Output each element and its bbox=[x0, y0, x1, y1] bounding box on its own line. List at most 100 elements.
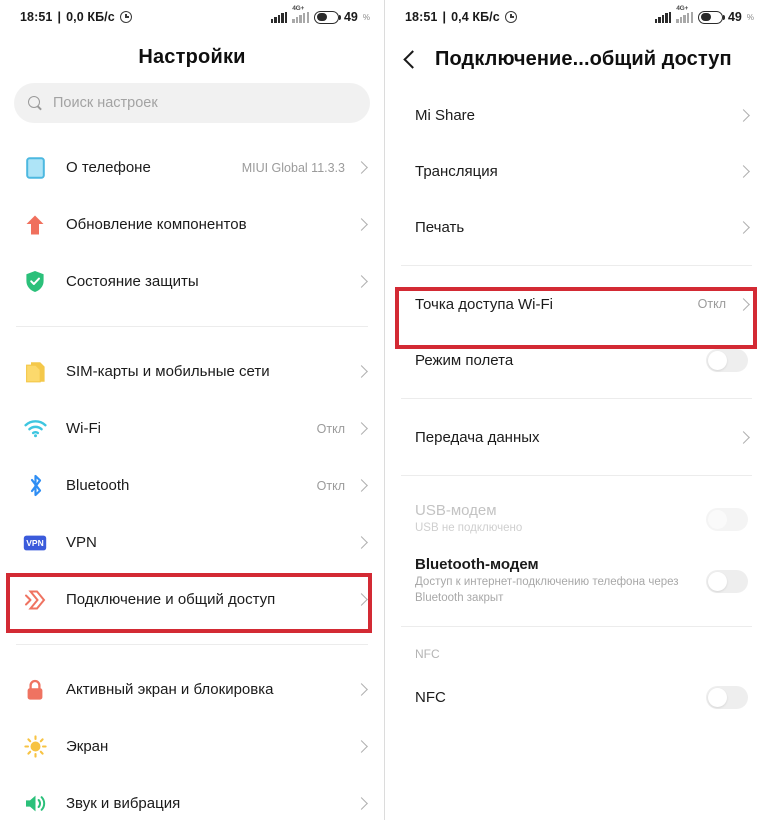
battery-percent: 49 bbox=[343, 10, 358, 24]
page-header: Подключение...общий доступ bbox=[385, 34, 768, 71]
mobile-network-icon: 4G+ bbox=[292, 5, 309, 23]
chevron-right-icon bbox=[355, 422, 368, 435]
sidebar-item-label: VPN bbox=[66, 534, 97, 551]
list-item-text: Bluetooth-модем Доступ к интернет-подклю… bbox=[415, 556, 706, 607]
list-item-label: USB-модем bbox=[415, 501, 497, 519]
status-left-group: 18:51 | 0,0 КБ/с bbox=[20, 10, 132, 24]
chevron-right-icon bbox=[737, 164, 750, 178]
sidebar-item-value: MIUI Global 11.3.3 bbox=[241, 160, 345, 175]
sidebar-item-security-status[interactable]: Состояние защиты bbox=[0, 253, 384, 310]
status-net-speed: 0,4 КБ/с bbox=[451, 10, 500, 24]
signal-strength-icon bbox=[654, 11, 672, 23]
sidebar-item-display[interactable]: Экран bbox=[0, 718, 384, 775]
list-item-label: Передача данных bbox=[415, 428, 540, 446]
sidebar-item-label: О телефоне bbox=[66, 159, 151, 176]
dual-screenshot-container: 18:51 | 0,0 КБ/с 4G+ 49 % Настройки Поис… bbox=[0, 0, 768, 820]
battery-percent-sign: % bbox=[746, 12, 754, 22]
chevron-right-icon bbox=[355, 536, 368, 549]
battery-percent: 49 bbox=[727, 10, 742, 24]
list-item-sublabel: USB не подключено bbox=[415, 521, 523, 534]
chevron-right-icon bbox=[355, 275, 368, 288]
vpn-icon: VPN bbox=[22, 534, 48, 552]
alarm-clock-icon bbox=[119, 11, 132, 23]
list-item-wifi-hotspot[interactable]: Точка доступа Wi-Fi Откл bbox=[385, 276, 768, 332]
brightness-sun-icon bbox=[22, 735, 48, 758]
list-item-print[interactable]: Печать bbox=[385, 199, 768, 255]
list-item-nfc[interactable]: NFC bbox=[385, 669, 768, 725]
list-item-data-transfer[interactable]: Передача данных bbox=[385, 409, 768, 465]
wifi-icon bbox=[22, 419, 48, 438]
search-icon bbox=[28, 96, 42, 110]
sidebar-item-connection-sharing[interactable]: Подключение и общий доступ bbox=[0, 571, 384, 628]
sidebar-item-wifi[interactable]: Wi-Fi Откл bbox=[0, 400, 384, 457]
search-input[interactable]: Поиск настроек bbox=[14, 83, 370, 123]
nfc-toggle[interactable] bbox=[706, 685, 748, 709]
sidebar-item-bluetooth[interactable]: Bluetooth Откл bbox=[0, 457, 384, 514]
battery-icon bbox=[697, 10, 726, 24]
alarm-clock-icon bbox=[504, 11, 517, 23]
sidebar-item-about-phone[interactable]: О телефоне MIUI Global 11.3.3 bbox=[0, 139, 384, 196]
left-phone-screen: 18:51 | 0,0 КБ/с 4G+ 49 % Настройки Поис… bbox=[0, 0, 384, 820]
status-left-group: 18:51 | 0,4 КБ/с bbox=[405, 10, 517, 24]
connection-group-2: Точка доступа Wi-Fi Откл Режим полета bbox=[385, 276, 768, 388]
connection-group-3: Передача данных bbox=[385, 409, 768, 465]
sidebar-item-label: Bluetooth bbox=[66, 477, 130, 494]
sidebar-item-sound-vibration[interactable]: Звук и вибрация bbox=[0, 775, 384, 820]
status-net-speed: 0,0 КБ/с bbox=[66, 10, 115, 24]
chevron-right-icon bbox=[355, 797, 368, 810]
airplane-mode-toggle[interactable] bbox=[706, 348, 748, 372]
sidebar-item-label: Обновление компонентов bbox=[66, 216, 247, 233]
chevron-right-icon bbox=[355, 161, 368, 174]
network-type-label: 4G+ bbox=[292, 4, 305, 12]
bluetooth-tethering-toggle[interactable] bbox=[706, 569, 748, 593]
connection-group-1: Mi Share Трансляция Печать bbox=[385, 87, 768, 255]
chevron-right-icon bbox=[355, 218, 368, 231]
chevron-right-icon bbox=[355, 365, 368, 378]
section-header-nfc: NFC bbox=[415, 647, 440, 661]
status-separator: | bbox=[442, 10, 447, 24]
list-item-label: NFC bbox=[415, 688, 446, 706]
status-time: 18:51 bbox=[405, 10, 438, 24]
phone-icon bbox=[22, 156, 48, 179]
connection-group-4: USB-модем USB не подключено Bluetooth-мо… bbox=[385, 488, 768, 612]
list-item-text: USB-модем USB не подключено bbox=[415, 502, 706, 537]
usb-tethering-toggle bbox=[706, 507, 748, 531]
sim-card-icon bbox=[22, 361, 48, 383]
list-item-mi-share[interactable]: Mi Share bbox=[385, 87, 768, 143]
settings-group-1: О телефоне MIUI Global 11.3.3 Обновление… bbox=[0, 139, 384, 310]
list-item-airplane-mode[interactable]: Режим полета bbox=[385, 332, 768, 388]
sidebar-item-sim-mobile[interactable]: SIM-карты и мобильные сети bbox=[0, 343, 384, 400]
list-item-label: Трансляция bbox=[415, 162, 498, 180]
sidebar-item-lockscreen[interactable]: Активный экран и блокировка bbox=[0, 661, 384, 718]
sidebar-item-vpn[interactable]: VPN VPN bbox=[0, 514, 384, 571]
sidebar-item-label: Состояние защиты bbox=[66, 273, 199, 290]
sidebar-item-label: Экран bbox=[66, 738, 109, 755]
share-connection-icon bbox=[22, 589, 48, 611]
status-right-group: 4G+ 49 % bbox=[654, 5, 754, 24]
list-item-label: Режим полета bbox=[415, 351, 514, 369]
shield-check-icon bbox=[22, 270, 48, 293]
bluetooth-icon bbox=[22, 474, 48, 497]
back-chevron-icon[interactable] bbox=[399, 49, 421, 71]
chevron-right-icon bbox=[737, 108, 750, 122]
list-item-cast[interactable]: Трансляция bbox=[385, 143, 768, 199]
sidebar-item-component-update[interactable]: Обновление компонентов bbox=[0, 196, 384, 253]
chevron-right-icon bbox=[355, 740, 368, 753]
status-time: 18:51 bbox=[20, 10, 53, 24]
list-item-bluetooth-tethering[interactable]: Bluetooth-модем Доступ к интернет-подклю… bbox=[385, 550, 768, 612]
list-item-usb-tethering: USB-модем USB не подключено bbox=[385, 488, 768, 550]
list-item-sublabel: Доступ к интернет-подключению телефона ч… bbox=[415, 575, 679, 604]
left-status-bar: 18:51 | 0,0 КБ/с 4G+ 49 % bbox=[0, 0, 384, 34]
sidebar-item-value: Откл bbox=[316, 421, 345, 436]
